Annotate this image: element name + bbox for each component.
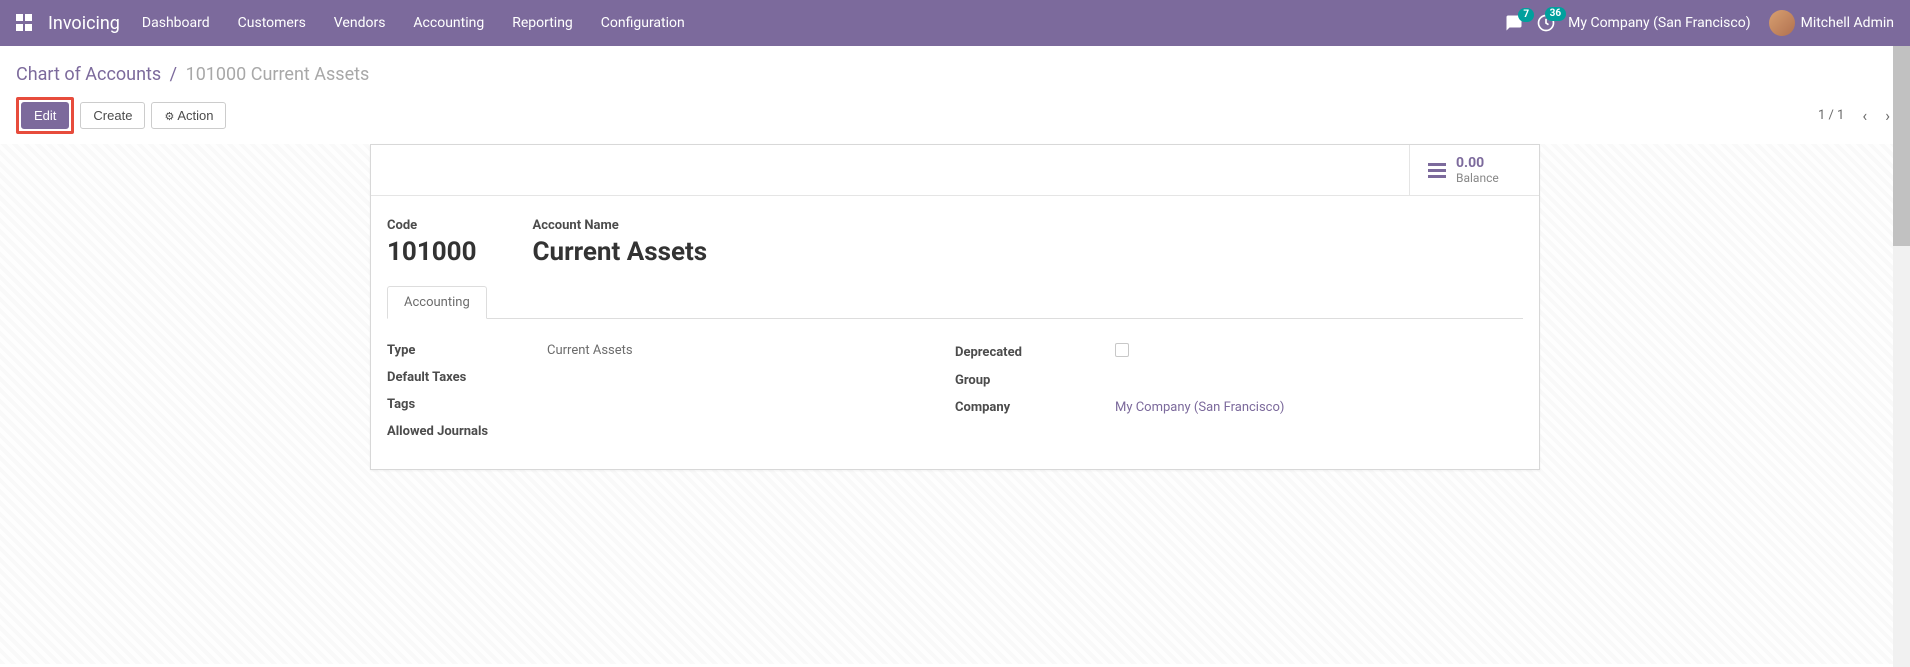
content-area: 0.00 Balance Code 101000 Account Name Cu… xyxy=(0,144,1910,664)
avatar[interactable] xyxy=(1769,10,1795,36)
field-default-taxes: Default Taxes xyxy=(387,364,955,391)
navbar-right: 7 36 My Company (San Francisco) Mitchell… xyxy=(1504,10,1894,36)
breadcrumb-current: 101000 Current Assets xyxy=(186,64,370,85)
deprecated-value xyxy=(1115,343,1523,361)
breadcrumb-parent[interactable]: Chart of Accounts xyxy=(16,64,161,85)
type-value: Current Assets xyxy=(547,343,955,358)
allowed-journals-label: Allowed Journals xyxy=(387,424,547,439)
account-name-value: Current Assets xyxy=(533,237,708,267)
edit-button[interactable]: Edit xyxy=(21,102,69,129)
vertical-scrollbar[interactable] xyxy=(1893,46,1910,667)
control-panel: Chart of Accounts / 101000 Current Asset… xyxy=(0,46,1910,144)
tabs: Accounting xyxy=(387,285,1523,319)
deprecated-checkbox[interactable] xyxy=(1115,343,1129,357)
field-group: Group xyxy=(955,367,1523,394)
menu-reporting[interactable]: Reporting xyxy=(512,15,573,31)
fields-col-left: Type Current Assets Default Taxes Tags A… xyxy=(387,337,955,445)
balance-label: Balance xyxy=(1456,171,1499,185)
fields-grid: Type Current Assets Default Taxes Tags A… xyxy=(387,337,1523,445)
company-switcher[interactable]: My Company (San Francisco) xyxy=(1568,15,1750,31)
tags-label: Tags xyxy=(387,397,547,412)
pager-prev-icon[interactable]: ‹ xyxy=(1858,104,1871,127)
apps-icon[interactable] xyxy=(16,14,34,32)
balance-stat-button[interactable]: 0.00 Balance xyxy=(1409,145,1539,195)
fields-col-right: Deprecated Group Company My Company (San… xyxy=(955,337,1523,445)
app-brand[interactable]: Invoicing xyxy=(48,13,120,34)
menu-vendors[interactable]: Vendors xyxy=(334,15,386,31)
list-icon xyxy=(1428,163,1446,178)
activity-icon[interactable]: 36 xyxy=(1536,13,1556,33)
deprecated-label: Deprecated xyxy=(955,345,1115,360)
menu-configuration[interactable]: Configuration xyxy=(601,15,685,31)
company-value[interactable]: My Company (San Francisco) xyxy=(1115,400,1523,415)
action-buttons: Edit Create ⚙Action xyxy=(16,97,226,134)
user-menu[interactable]: Mitchell Admin xyxy=(1801,15,1894,31)
main-menu: Dashboard Customers Vendors Accounting R… xyxy=(142,15,685,31)
title-row: Code 101000 Account Name Current Assets xyxy=(387,218,1523,267)
group-label: Group xyxy=(955,373,1115,388)
name-block: Account Name Current Assets xyxy=(533,218,708,267)
breadcrumb: Chart of Accounts / 101000 Current Asset… xyxy=(16,58,1894,97)
edit-highlight: Edit xyxy=(16,97,74,134)
create-button[interactable]: Create xyxy=(80,102,145,129)
balance-value: 0.00 xyxy=(1456,155,1499,171)
action-button[interactable]: ⚙Action xyxy=(151,102,226,129)
field-allowed-journals: Allowed Journals xyxy=(387,418,955,445)
breadcrumb-separator: / xyxy=(170,64,177,85)
default-taxes-label: Default Taxes xyxy=(387,370,547,385)
pager: 1 / 1 ‹ › xyxy=(1818,104,1894,127)
field-type: Type Current Assets xyxy=(387,337,955,364)
field-deprecated: Deprecated xyxy=(955,337,1523,367)
field-company: Company My Company (San Francisco) xyxy=(955,394,1523,421)
form-sheet: 0.00 Balance Code 101000 Account Name Cu… xyxy=(370,144,1540,470)
scrollbar-thumb[interactable] xyxy=(1893,46,1910,246)
code-block: Code 101000 xyxy=(387,218,477,267)
type-label: Type xyxy=(387,343,547,358)
menu-customers[interactable]: Customers xyxy=(238,15,306,31)
stat-buttons-row: 0.00 Balance xyxy=(371,145,1539,196)
account-name-label: Account Name xyxy=(533,218,708,233)
activity-badge: 36 xyxy=(1545,7,1566,21)
messages-badge: 7 xyxy=(1518,8,1534,22)
pager-counter[interactable]: 1 / 1 xyxy=(1818,108,1844,123)
action-button-label: Action xyxy=(177,108,213,123)
menu-dashboard[interactable]: Dashboard xyxy=(142,15,210,31)
field-tags: Tags xyxy=(387,391,955,418)
tab-accounting[interactable]: Accounting xyxy=(387,286,487,319)
company-label: Company xyxy=(955,400,1115,415)
messages-icon[interactable]: 7 xyxy=(1504,14,1524,32)
menu-accounting[interactable]: Accounting xyxy=(413,15,484,31)
code-label: Code xyxy=(387,218,477,233)
gear-icon: ⚙ xyxy=(164,111,174,123)
code-value: 101000 xyxy=(387,237,477,267)
main-navbar: Invoicing Dashboard Customers Vendors Ac… xyxy=(0,0,1910,46)
